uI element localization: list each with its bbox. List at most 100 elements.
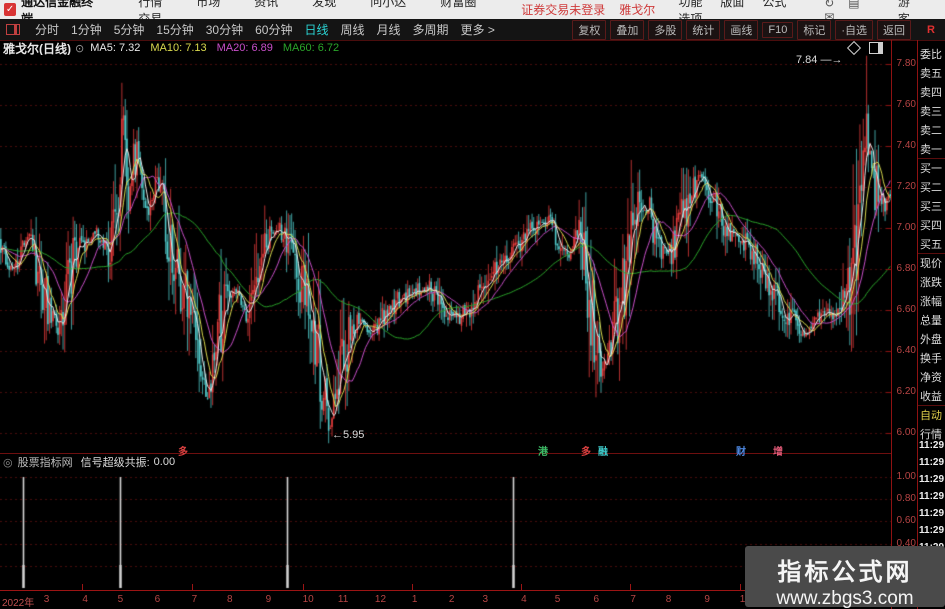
current-stock-name[interactable]: 雅戈尔 xyxy=(619,1,655,18)
menubar-item-4[interactable]: 发现 xyxy=(312,0,336,9)
toolbar-button-5[interactable]: 画线 xyxy=(724,19,759,40)
sidebar-row-卖四[interactable]: 卖四 xyxy=(920,84,945,100)
ma-legend-item-2: MA10: 7.13 xyxy=(150,42,207,54)
period-tab-2[interactable]: 1分钟 xyxy=(71,23,102,37)
sidebar-row-现价[interactable]: 现价 xyxy=(920,255,945,271)
toolbar-button-9[interactable]: 返回 xyxy=(877,19,912,40)
menubar-right-item-3[interactable]: 公式 xyxy=(762,0,786,9)
sidebar-row-涨幅[interactable]: 涨幅 xyxy=(920,293,945,309)
toolbar-button-4[interactable]: 统计 xyxy=(686,19,721,40)
x-axis-quarter-tick xyxy=(302,584,304,591)
period-tab-5[interactable]: 30分钟 xyxy=(206,23,243,37)
sidebar-row-卖二[interactable]: 卖二 xyxy=(920,122,945,138)
sidebar-row-外盘[interactable]: 外盘 xyxy=(920,331,945,347)
ma-legend-item-1: MA5: 7.32 xyxy=(90,42,141,54)
refresh-icon[interactable]: ↻ xyxy=(824,0,834,10)
layout-panel-icon[interactable] xyxy=(6,24,20,35)
menubar-right-item-2[interactable]: 版面 xyxy=(720,0,744,9)
toolbar-button-6[interactable]: F10 xyxy=(762,21,794,38)
period-tab-11[interactable]: 更多 > xyxy=(461,23,495,37)
sidebar-row-自动[interactable]: 自动 xyxy=(920,407,945,423)
sidebar-row-总量[interactable]: 总量 xyxy=(920,312,945,328)
price-tick-7.60: 7.60 xyxy=(896,99,916,110)
indicator-settings-icon[interactable]: ⊙ xyxy=(75,42,84,55)
menubar-item-1[interactable]: 行情 xyxy=(138,0,162,9)
x-axis-month-7: 9 xyxy=(265,594,272,605)
period-tab-7[interactable]: 日线 xyxy=(304,23,328,37)
period-tab-4[interactable]: 15分钟 xyxy=(156,23,193,37)
toolbar-button-3[interactable]: 多股 xyxy=(648,19,683,40)
toolbar-button-2[interactable]: 叠加 xyxy=(610,19,645,40)
toolbar-button-1[interactable]: 复权 xyxy=(572,19,607,40)
sidebar-row-买四[interactable]: 买四 xyxy=(920,217,945,233)
watermark-site-name: 指标公式网 xyxy=(777,559,913,586)
chart-title: 雅戈尔(日线) xyxy=(3,41,71,56)
x-axis-quarter-tick xyxy=(82,584,84,591)
price-tick-6.80: 6.80 xyxy=(896,263,916,274)
menubar-item-5[interactable]: 问小达 xyxy=(370,0,406,9)
mobile-icon[interactable]: ▤ xyxy=(848,0,859,10)
x-axis-month-4: 6 xyxy=(154,594,161,605)
login-status[interactable]: 证券交易未登录 xyxy=(521,1,605,18)
menubar: ✓ 通达信金融终端 行情市场资讯发现问小达财富圈交易 证券交易未登录 雅戈尔 功… xyxy=(0,0,945,26)
x-axis-month-1: 3 xyxy=(43,594,50,605)
sub-indicator-header: ◎ 股票指标网 信号超级共振: 0.00 xyxy=(0,455,891,469)
period-tab-8[interactable]: 周线 xyxy=(340,23,364,37)
indicator-group-label: 股票指标网 xyxy=(17,457,73,469)
menubar-item-2[interactable]: 市场 xyxy=(196,0,220,9)
quote-sidebar: 委比卖五卖四卖三卖二卖一买一买二买三买四买五现价涨跌涨幅总量外盘换手净资收益自动… xyxy=(918,40,945,609)
red-r-badge-icon[interactable]: R xyxy=(927,24,935,35)
sidebar-row-卖三[interactable]: 卖三 xyxy=(920,103,945,119)
sidebar-row-买一[interactable]: 买一 xyxy=(920,160,945,176)
x-axis-year-label: 2022年 xyxy=(2,598,35,609)
ma-legend-item-3: MA20: 6.89 xyxy=(216,42,273,54)
tick-time-3: 11:29 xyxy=(919,474,945,485)
period-tabs: 分时 1分钟 5分钟 15分钟 30分钟 60分钟 日线 周线 月线 多周期 更多 > xyxy=(29,21,501,38)
low-price-annotation: ←5.95 xyxy=(332,429,365,441)
sidebar-row-委比[interactable]: 委比 xyxy=(920,46,945,62)
sidebar-row-净资[interactable]: 净资 xyxy=(920,369,945,385)
event-marker-5[interactable]: 财 xyxy=(736,443,746,458)
x-axis-month-12: 2 xyxy=(448,594,455,605)
ma-legend-item-4: MA60: 6.72 xyxy=(282,42,340,54)
tick-time-5: 11:29 xyxy=(919,508,945,519)
sidebar-row-买二[interactable]: 买二 xyxy=(920,179,945,195)
x-axis-month-19: 9 xyxy=(704,594,710,605)
x-axis-month-15: 5 xyxy=(554,594,561,605)
sidebar-row-卖五[interactable]: 卖五 xyxy=(920,65,945,81)
x-axis-month-14: 4 xyxy=(521,594,527,605)
menubar-right-item-1[interactable]: 功能 xyxy=(678,0,702,9)
sidebar-row-涨跌[interactable]: 涨跌 xyxy=(920,274,945,290)
split-panel-icon[interactable] xyxy=(869,42,883,54)
app-logo-icon[interactable]: ✓ xyxy=(4,3,17,16)
x-axis-month-11: 1 xyxy=(411,594,418,605)
event-marker-6[interactable]: 增 xyxy=(773,443,783,458)
arrow-right-icon: —→ xyxy=(817,54,843,66)
period-tab-9[interactable]: 月线 xyxy=(377,23,401,37)
sidebar-row-卖一[interactable]: 卖一 xyxy=(920,141,945,157)
sidebar-row-买五[interactable]: 买五 xyxy=(920,236,945,252)
tick-time-4: 11:29 xyxy=(919,491,945,502)
event-marker-2[interactable]: 港 xyxy=(538,443,548,458)
sidebar-row-买三[interactable]: 买三 xyxy=(920,198,945,214)
indicator-name-label: 信号超级共振: xyxy=(80,457,150,469)
candlestick-chart[interactable] xyxy=(0,55,891,452)
period-tab-1[interactable]: 分时 xyxy=(35,23,59,37)
period-tab-6[interactable]: 60分钟 xyxy=(255,23,292,37)
x-axis-month-16: 6 xyxy=(593,594,599,605)
toolbar-button-7[interactable]: 标记 xyxy=(797,19,832,40)
event-marker-3[interactable]: 多 xyxy=(581,443,591,458)
sidebar-row-收益[interactable]: 收益 xyxy=(920,388,945,404)
toolbar-button-8[interactable]: ·自选 xyxy=(835,19,874,40)
menubar-item-6[interactable]: 财富圈 xyxy=(440,0,476,9)
menubar-item-3[interactable]: 资讯 xyxy=(254,0,278,9)
sidebar-row-换手[interactable]: 换手 xyxy=(920,350,945,366)
diamond-marker-icon[interactable] xyxy=(846,40,862,56)
period-tab-3[interactable]: 5分钟 xyxy=(114,23,145,37)
toolbar-right-buttons: 复权 叠加 多股 统计 画线 F10 标记 ·自选 返回 xyxy=(568,19,912,40)
collapse-icon[interactable]: ◎ xyxy=(3,456,13,469)
event-marker-1[interactable]: 多 xyxy=(178,443,188,458)
period-tab-10[interactable]: 多周期 xyxy=(413,23,449,37)
price-tick-7.20: 7.20 xyxy=(896,181,916,192)
event-marker-4[interactable]: 融 xyxy=(598,443,608,458)
